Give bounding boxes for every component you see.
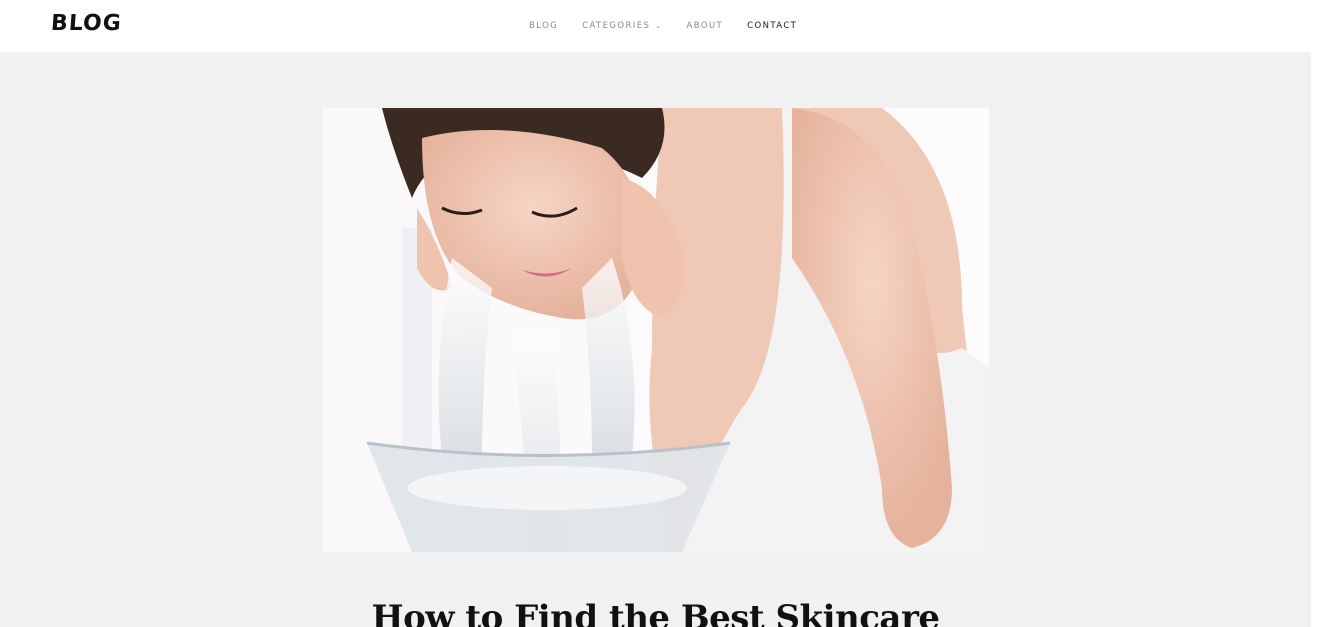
nav-item-about[interactable]: ABOUT bbox=[687, 21, 724, 31]
face-wash-photo bbox=[322, 108, 989, 552]
nav-item-contact[interactable]: CONTACT bbox=[747, 21, 797, 31]
nav-item-label: CATEGORIES bbox=[582, 21, 651, 31]
scrollbar-gutter bbox=[1311, 0, 1326, 627]
main-nav: BLOG CATEGORIES ⌄ ABOUT CONTACT bbox=[529, 20, 797, 32]
chevron-down-icon: ⌄ bbox=[655, 22, 663, 30]
site-logo[interactable]: BLOG bbox=[50, 11, 123, 36]
nav-item-label: CONTACT bbox=[747, 21, 798, 31]
nav-item-label: BLOG bbox=[529, 21, 559, 31]
nav-item-blog[interactable]: BLOG bbox=[529, 21, 558, 31]
main-content: How to Find the Best Skincare bbox=[0, 52, 1311, 627]
nav-item-label: ABOUT bbox=[686, 21, 724, 31]
post-featured-image[interactable] bbox=[322, 108, 989, 552]
nav-item-categories[interactable]: CATEGORIES ⌄ bbox=[582, 21, 662, 31]
site-header: BLOG BLOG CATEGORIES ⌄ ABOUT CONTACT bbox=[0, 0, 1311, 52]
post-title[interactable]: How to Find the Best Skincare bbox=[0, 598, 1311, 627]
